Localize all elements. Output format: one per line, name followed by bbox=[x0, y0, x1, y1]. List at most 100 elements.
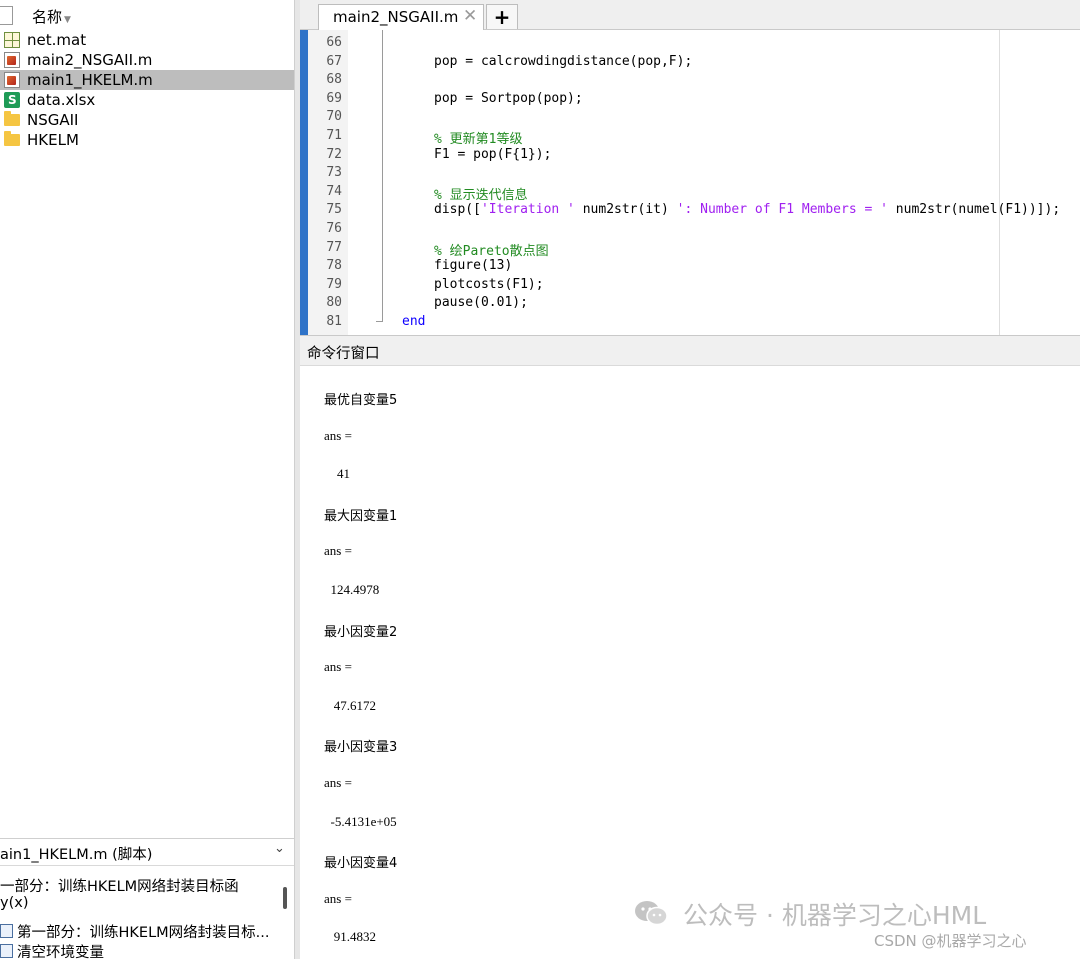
details-divider bbox=[0, 865, 294, 866]
code-token: pause(0.01); bbox=[434, 295, 528, 311]
output-label: 最小因变量2 bbox=[324, 624, 398, 640]
line-number: 81 bbox=[326, 314, 342, 329]
line-number: 72 bbox=[326, 146, 342, 162]
output-line: 47.6172 bbox=[324, 697, 376, 713]
code-line: pause(0.01); bbox=[434, 295, 528, 310]
line-number: 80 bbox=[326, 295, 342, 311]
code-line: % 绘Pareto散点图 bbox=[434, 240, 549, 259]
xlsx-file-icon bbox=[4, 90, 20, 110]
line-number: 68 bbox=[326, 72, 342, 88]
folder-icon bbox=[4, 131, 20, 146]
details-panel: ain1_HKELM.m (脚本) ⌄ 一部分：训练HKELM网络封装目标函 y… bbox=[0, 838, 294, 961]
output-line: 41 bbox=[324, 466, 350, 482]
code-line: pop = Sortpop(pop); bbox=[434, 91, 583, 106]
details-title: ain1_HKELM.m (脚本) bbox=[0, 847, 153, 863]
command-window-title: 命令行窗口 bbox=[307, 346, 380, 362]
output-line: ans = bbox=[324, 775, 352, 790]
m-script-icon bbox=[4, 72, 20, 88]
close-icon[interactable]: ✕ bbox=[463, 6, 477, 26]
line-number: 66 bbox=[326, 35, 342, 50]
m-script-icon bbox=[4, 52, 20, 68]
file-list-item-label: HKELM bbox=[27, 131, 79, 149]
editor-focus-bar bbox=[300, 30, 308, 335]
line-number: 67 bbox=[326, 53, 342, 69]
line-number: 69 bbox=[326, 90, 342, 106]
line-number: 78 bbox=[326, 258, 342, 274]
file-header-icon bbox=[0, 6, 13, 25]
code-line: plotcosts(F1); bbox=[434, 277, 544, 292]
file-list-item-label: NSGAII bbox=[27, 111, 79, 129]
file-list-item-label: main1_HKELM.m bbox=[27, 71, 153, 89]
wechat-icon bbox=[635, 901, 668, 926]
partial-code-line bbox=[434, 30, 708, 35]
section-item[interactable]: 第一部分：训练HKELM网络封装目标... bbox=[0, 921, 270, 942]
output-label: 最小因变量3 bbox=[324, 740, 398, 756]
output-line: ans = bbox=[324, 890, 352, 906]
tab-label: main2_NSGAII.m bbox=[333, 8, 459, 26]
section-icon bbox=[0, 924, 13, 938]
line-number: 70 bbox=[326, 109, 342, 125]
file-browser-header[interactable]: 名称 ▼ bbox=[0, 4, 294, 28]
code-fold-end bbox=[376, 321, 383, 322]
code-string: ': Number of F1 Members = ' bbox=[676, 202, 888, 218]
code-line: % 显示迭代信息 bbox=[434, 184, 528, 203]
file-browser-panel: 名称▼ net.mat main2_NSGAII.m main1_HKELM.mda… bbox=[0, 0, 294, 961]
code-token: pop = calcrowdingdistance(pop,F); bbox=[434, 53, 693, 69]
code-line: F1 = pop(F{1}); bbox=[434, 147, 551, 162]
output-line: 124.4978 bbox=[324, 582, 380, 597]
command-window[interactable]: 最优自变量5 ans = 41 最大因变量1 ans = 124.4978 最小因变量2… bbox=[300, 366, 1080, 959]
code-token: F1 = pop(F{1}); bbox=[434, 146, 552, 162]
line-number: 73 bbox=[326, 165, 342, 181]
editor-tab-bar: main2_NSGAII.m ✕ + bbox=[300, 0, 1080, 30]
watermark-text: 公众号 · 机器学习之心HML bbox=[683, 901, 987, 930]
file-list-item[interactable]: net.mat bbox=[0, 30, 294, 50]
code-string: 'Iteration ' bbox=[480, 202, 575, 218]
code-comment: % 更新第1等级 bbox=[434, 132, 523, 147]
output-label: 最优自变量5 bbox=[324, 393, 398, 408]
command-window-header: 命令行窗口 bbox=[300, 335, 1080, 366]
file-list-item[interactable]: NSGAII bbox=[0, 110, 294, 130]
file-list-item[interactable]: HKELM bbox=[0, 130, 294, 150]
line-number: 77 bbox=[326, 239, 342, 255]
output-label: 最大因变量1 bbox=[324, 508, 398, 524]
file-list-item[interactable]: main2_NSGAII.m bbox=[0, 50, 294, 70]
code-line: % 更新第1等级 bbox=[434, 128, 522, 147]
output-line: ans = bbox=[324, 427, 352, 443]
sort-caret-icon[interactable]: ▼ bbox=[64, 15, 71, 25]
output-line: 91.4832 bbox=[324, 929, 376, 945]
file-list-item-label: main2_NSGAII.m bbox=[27, 51, 153, 69]
name-column-header[interactable]: 名称 ▼ bbox=[32, 6, 71, 27]
details-description-line1: 一部分：训练HKELM网络封装目标函 bbox=[0, 879, 239, 895]
file-list-item[interactable]: main1_HKELM.m bbox=[0, 70, 294, 90]
line-number: 75 bbox=[326, 202, 342, 218]
section-item-label: 第一部分：训练HKELM网络封装目标... bbox=[17, 925, 270, 941]
tab-main2-nsgaii[interactable]: main2_NSGAII.m ✕ bbox=[318, 4, 484, 30]
code-comment: % 显示迭代信息 bbox=[434, 187, 528, 203]
watermark-sub: CSDN @机器学习之心 bbox=[874, 932, 1027, 950]
line-number: 71 bbox=[326, 128, 342, 143]
code-fold-line bbox=[382, 30, 383, 322]
output-label: 最小因变量4 bbox=[324, 856, 398, 872]
code-token: num2str(it) bbox=[574, 202, 677, 218]
code-token: pop = Sortpop(pop); bbox=[434, 90, 583, 106]
section-icon bbox=[0, 944, 13, 958]
code-token: num2str(numel(F1))]); bbox=[887, 202, 1061, 218]
file-list-item-label: net.mat bbox=[27, 31, 87, 49]
code-token: plotcosts(F1); bbox=[434, 276, 544, 292]
code-editor[interactable]: 66 67 pop = calcrowdingdistance(pop,F); 68 6… bbox=[300, 30, 1080, 335]
line-number: 79 bbox=[326, 276, 342, 292]
line-number: 74 bbox=[326, 183, 342, 199]
file-list-item[interactable]: data.xlsx bbox=[0, 90, 294, 110]
code-line: figure(13) bbox=[434, 258, 512, 273]
code-token: figure(13) bbox=[434, 258, 513, 274]
code-line: disp(['Iteration ' num2str(it) ': Number… bbox=[434, 202, 1060, 217]
add-tab-button[interactable]: + bbox=[486, 4, 518, 29]
code-keyword: end bbox=[402, 314, 426, 329]
code-line: pop = calcrowdingdistance(pop,F); bbox=[434, 54, 692, 69]
details-scrollbar[interactable] bbox=[283, 887, 287, 909]
chevron-down-icon[interactable]: ⌄ bbox=[274, 841, 285, 856]
output-line: ans = bbox=[324, 659, 352, 675]
output-line: ans = bbox=[324, 543, 352, 559]
code-token: disp([ bbox=[434, 202, 481, 218]
output-line: -5.4131e+05 bbox=[324, 813, 397, 829]
